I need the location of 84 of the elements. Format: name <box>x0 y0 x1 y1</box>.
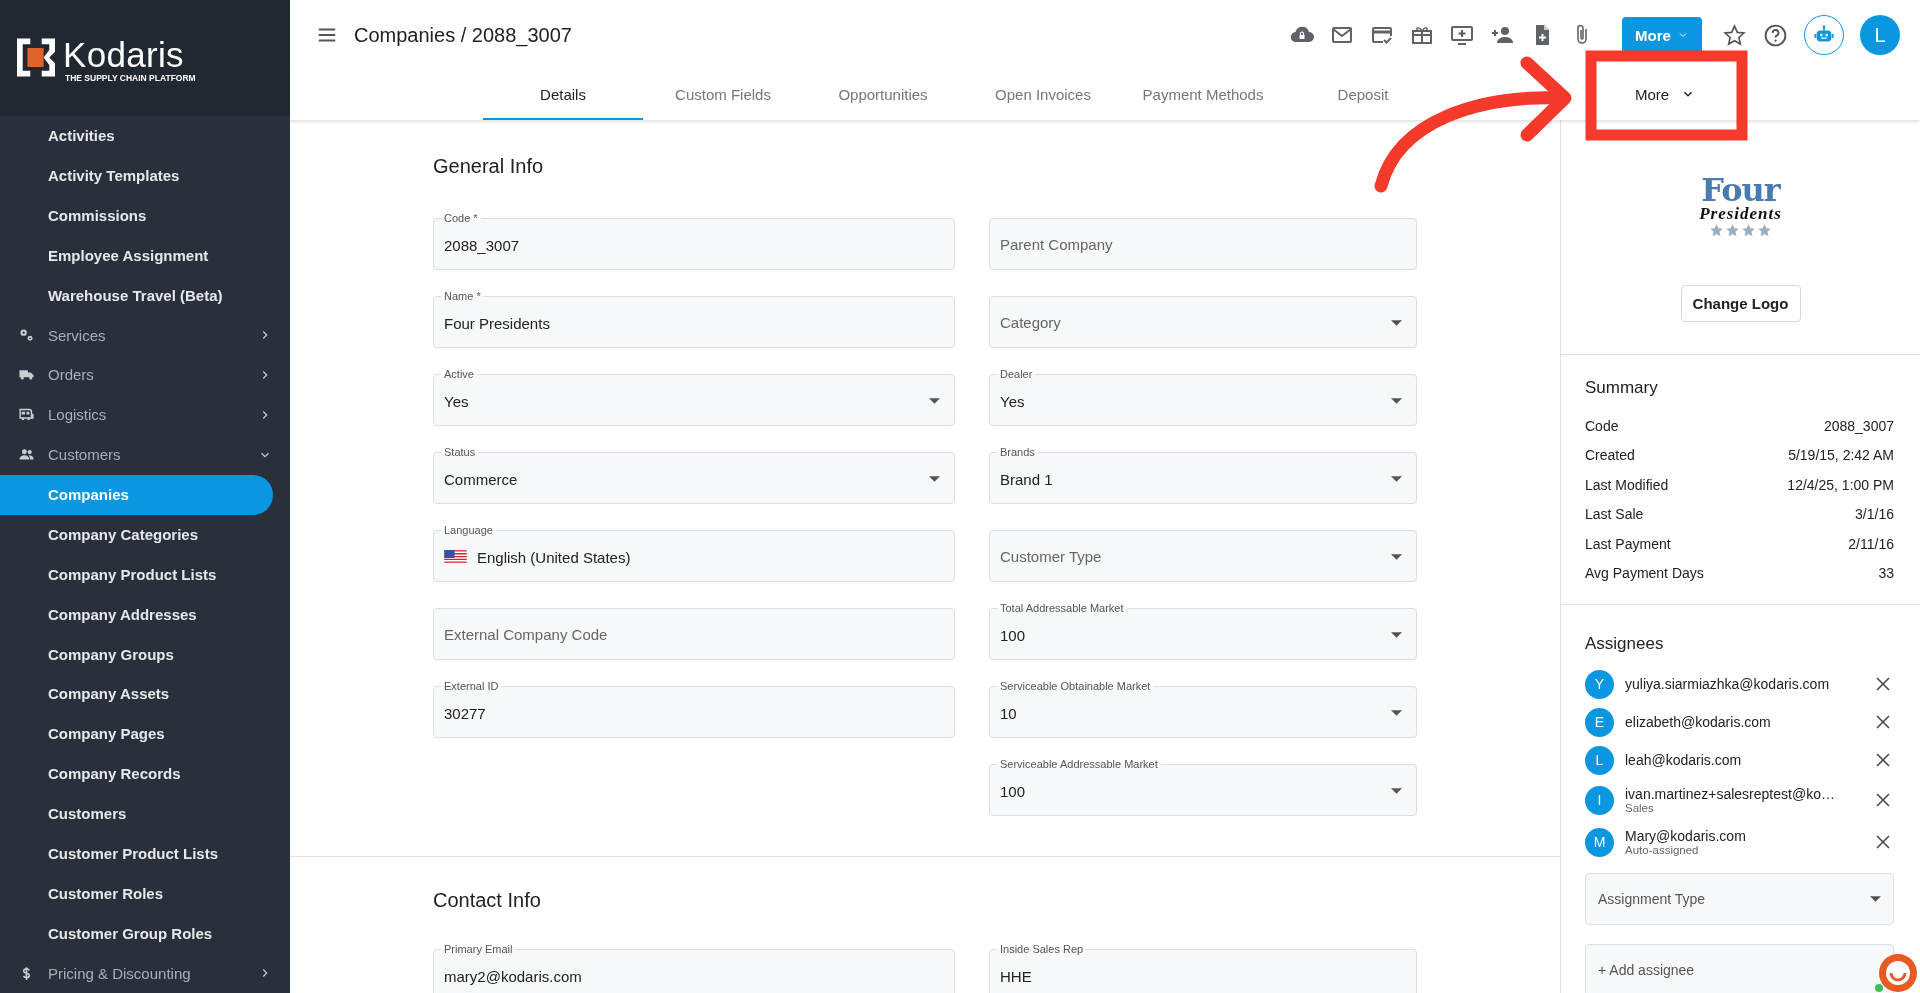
caret-down-icon <box>1870 896 1881 902</box>
caret-down-icon <box>1391 554 1402 560</box>
caret-down-icon <box>1391 320 1402 326</box>
sidebar-section[interactable]: Logistics <box>0 394 290 435</box>
section-heading: Contact Info <box>433 887 541 913</box>
us-flag-icon <box>444 549 467 565</box>
sidebar-item[interactable]: Activity Templates <box>0 155 273 196</box>
sidebar-item[interactable]: Customer Product Lists <box>0 833 273 874</box>
company-logo: Four Presidents <box>1699 174 1782 238</box>
section-heading: General Info <box>433 153 544 179</box>
caret-down-icon <box>929 398 940 404</box>
monitor-plus-icon[interactable] <box>1450 23 1474 47</box>
summary-label: Last Modified <box>1585 476 1669 493</box>
sidebar-item[interactable]: Warehouse Travel (Beta) <box>0 275 273 316</box>
sidebar-item[interactable]: Activities <box>0 115 273 156</box>
help-icon[interactable] <box>1763 22 1788 48</box>
sidebar-section[interactable]: Services <box>0 315 290 355</box>
tab[interactable]: Opportunities <box>803 70 963 120</box>
summary-label: Code <box>1585 417 1619 434</box>
assignee-role: Sales <box>1625 802 1655 814</box>
caret-down-icon <box>1391 632 1402 638</box>
assignee-email: elizabeth@kodaris.com <box>1625 714 1772 730</box>
close-icon[interactable] <box>1874 751 1892 769</box>
assignee-avatar: I <box>1585 785 1614 815</box>
dropdown-field[interactable]: Assignment Type <box>1585 873 1894 925</box>
sidebar-section[interactable]: Customers <box>0 434 290 475</box>
assignees-heading: Assignees <box>1585 633 1665 655</box>
assignee-email: leah@kodaris.com <box>1625 752 1743 768</box>
assignee-email: Mary@kodaris.com <box>1625 828 1747 844</box>
sidebar-item[interactable]: Company Assets <box>0 674 273 714</box>
summary-value: 33 <box>1878 565 1894 582</box>
sidebar-item[interactable]: Company Groups <box>0 634 273 674</box>
logo-mark-icon <box>17 37 55 78</box>
change-logo-button[interactable]: Change Logo <box>1680 285 1801 322</box>
assignee-email: yuliya.siarmiazhka@kodaris.com <box>1625 676 1831 692</box>
sidebar-item[interactable]: Company Product Lists <box>0 554 273 595</box>
assignee-role: Auto-assigned <box>1625 844 1700 856</box>
summary-label: Avg Payment Days <box>1585 565 1704 582</box>
assignee-avatar: M <box>1585 827 1614 857</box>
sidebar-item[interactable]: Employee Assignment <box>0 235 273 276</box>
logo-tagline: THE SUPPLY CHAIN PLATFORM <box>65 73 196 83</box>
summary-label: Created <box>1585 447 1635 464</box>
assignee-email: ivan.martinez+salesreptest@ko… <box>1625 786 1836 802</box>
assignee-avatar: Y <box>1585 669 1614 699</box>
summary-heading: Summary <box>1585 377 1659 399</box>
close-icon[interactable] <box>1874 833 1892 851</box>
tab[interactable]: Payment Methods <box>1123 70 1283 120</box>
summary-value: 3/1/16 <box>1855 506 1894 523</box>
close-icon[interactable] <box>1874 675 1892 693</box>
close-icon[interactable] <box>1874 791 1892 809</box>
sidebar-section[interactable]: Orders <box>0 355 290 395</box>
logo-wordmark: Kodaris <box>63 37 185 73</box>
caret-down-icon <box>1391 710 1402 716</box>
page-title: Companies / 2088_3007 <box>354 23 573 47</box>
sidebar-item[interactable]: Company Addresses <box>0 594 273 635</box>
sidebar-section[interactable]: Pricing & Discounting <box>0 953 290 993</box>
sidebar-item[interactable]: Company Categories <box>0 514 273 555</box>
caret-down-icon <box>929 476 940 482</box>
sidebar-item[interactable]: Commissions <box>0 195 273 236</box>
close-icon[interactable] <box>1874 713 1892 731</box>
sidebar-item[interactable]: Customers <box>0 793 273 834</box>
summary-value: 2/11/16 <box>1848 535 1894 552</box>
tab[interactable]: Deposit <box>1283 70 1443 120</box>
star-icon[interactable] <box>1722 22 1747 48</box>
sidebar-item[interactable]: Customer Roles <box>0 873 273 914</box>
assignee-avatar: L <box>1585 745 1614 775</box>
more-tab[interactable]: More <box>1605 70 1725 120</box>
summary-value: 5/19/15, 2:42 AM <box>1788 447 1894 464</box>
tab[interactable]: Open Invoices <box>963 70 1123 120</box>
tab[interactable]: Custom Fields <box>643 70 803 120</box>
summary-label: Last Sale <box>1585 506 1644 523</box>
gears-icon <box>18 326 35 344</box>
caret-down-icon <box>1391 476 1402 482</box>
assignee-avatar: E <box>1585 707 1614 737</box>
sidebar-item[interactable]: Customer Group Roles <box>0 913 273 954</box>
summary-value: 12/4/25, 1:00 PM <box>1787 476 1894 493</box>
chat-icon[interactable] <box>1874 951 1918 993</box>
summary-value: 2088_3007 <box>1823 417 1894 434</box>
caret-down-icon <box>1391 398 1402 404</box>
caret-down-icon <box>1391 788 1402 794</box>
sidebar-item[interactable]: Company Pages <box>0 713 273 754</box>
summary-label: Last Payment <box>1585 535 1671 552</box>
sidebar-item[interactable]: Company Records <box>0 753 273 794</box>
input-field[interactable]: + Add assignee <box>1585 944 1894 993</box>
